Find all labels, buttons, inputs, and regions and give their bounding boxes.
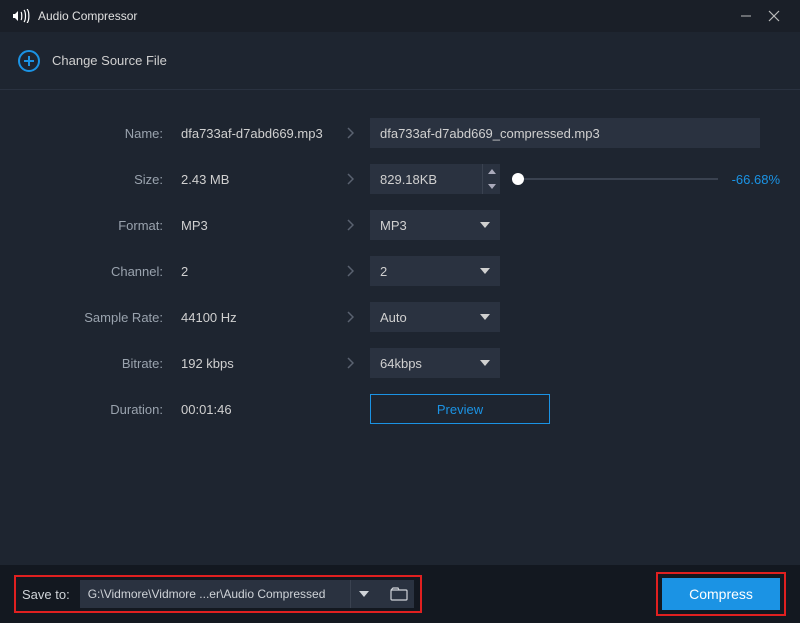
chevron-right-icon [330,127,370,139]
size-reduction-value: -66.68% [726,172,780,187]
window-title: Audio Compressor [38,9,732,23]
row-sample-rate: Sample Rate: 44100 Hz Auto [20,302,780,332]
original-duration: 00:01:46 [175,402,330,417]
footer: Save to: G:\Vidmore\Vidmore ...er\Audio … [0,565,800,623]
bitrate-select-value: 64kbps [380,356,480,371]
titlebar: Audio Compressor [0,0,800,32]
size-slider[interactable] [514,178,718,180]
sample-rate-select-value: Auto [380,310,480,325]
original-bitrate: 192 kbps [175,356,330,371]
save-to-group: Save to: G:\Vidmore\Vidmore ...er\Audio … [14,575,422,613]
size-increase-button[interactable] [483,164,500,179]
output-name-input[interactable] [370,118,760,148]
change-source-label: Change Source File [52,53,167,68]
sample-rate-select[interactable]: Auto [370,302,500,332]
chevron-right-icon [330,357,370,369]
save-path-text: G:\Vidmore\Vidmore ...er\Audio Compresse… [80,587,350,601]
preview-button[interactable]: Preview [370,394,550,424]
plus-icon [18,50,40,72]
original-channel: 2 [175,264,330,279]
label-size: Size: [20,172,175,187]
save-path-dropdown[interactable] [350,580,378,608]
label-sample-rate: Sample Rate: [20,310,175,325]
row-size: Size: 2.43 MB 829.18KB -66.68% [20,164,780,194]
row-name: Name: dfa733af-d7abd669.mp3 [20,118,780,148]
channel-select[interactable]: 2 [370,256,500,286]
original-format: MP3 [175,218,330,233]
original-size: 2.43 MB [175,172,330,187]
browse-folder-button[interactable] [384,580,414,608]
size-decrease-button[interactable] [483,179,500,194]
compress-button-wrap: Compress [656,572,786,616]
close-button[interactable] [760,2,788,30]
chevron-down-icon [480,222,490,228]
save-to-label: Save to: [22,587,70,602]
row-duration: Duration: 00:01:46 Preview [20,394,780,424]
chevron-right-icon [330,219,370,231]
label-format: Format: [20,218,175,233]
size-slider-wrap: -66.68% [514,172,780,187]
label-channel: Channel: [20,264,175,279]
output-size-value: 829.18KB [370,172,482,187]
settings-form: Name: dfa733af-d7abd669.mp3 Size: 2.43 M… [0,90,800,424]
chevron-right-icon [330,265,370,277]
slider-thumb[interactable] [512,173,524,185]
format-select-value: MP3 [380,218,480,233]
change-source-row[interactable]: Change Source File [0,32,800,90]
channel-select-value: 2 [380,264,480,279]
original-name: dfa733af-d7abd669.mp3 [175,126,330,141]
chevron-down-icon [480,268,490,274]
minimize-button[interactable] [732,2,760,30]
label-name: Name: [20,126,175,141]
chevron-down-icon [480,360,490,366]
compress-button[interactable]: Compress [662,578,780,610]
format-select[interactable]: MP3 [370,210,500,240]
chevron-right-icon [330,173,370,185]
app-icon [12,7,30,25]
label-bitrate: Bitrate: [20,356,175,371]
original-sample-rate: 44100 Hz [175,310,330,325]
output-size-spinner[interactable]: 829.18KB [370,164,500,194]
label-duration: Duration: [20,402,175,417]
row-bitrate: Bitrate: 192 kbps 64kbps [20,348,780,378]
save-path-control: G:\Vidmore\Vidmore ...er\Audio Compresse… [80,580,414,608]
row-channel: Channel: 2 2 [20,256,780,286]
chevron-right-icon [330,311,370,323]
row-format: Format: MP3 MP3 [20,210,780,240]
chevron-down-icon [480,314,490,320]
bitrate-select[interactable]: 64kbps [370,348,500,378]
